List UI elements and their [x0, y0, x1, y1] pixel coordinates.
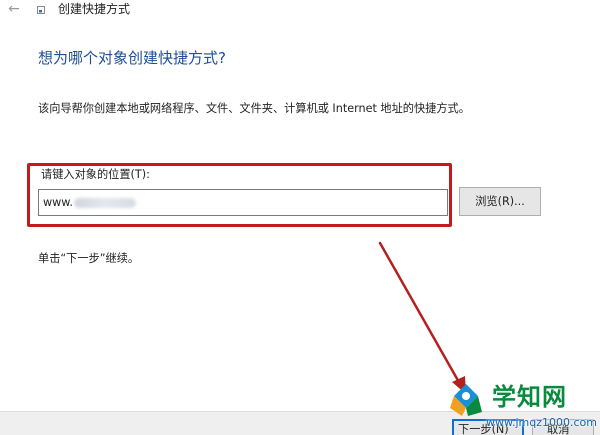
browse-button[interactable]: 浏览(R)... — [459, 187, 541, 216]
title-bar: ← 创建快捷方式 — [0, 0, 600, 22]
next-button[interactable]: 下一步(N) — [452, 419, 524, 435]
window-title: 创建快捷方式 — [58, 2, 131, 16]
location-label: 请键入对象的位置(T): — [41, 168, 150, 181]
wizard-description: 该向导帮你创建本地或网络程序、文件、文件夹、计算机或 Internet 地址的快… — [38, 102, 470, 115]
page-title: 想为哪个对象创建快捷方式? — [38, 49, 226, 67]
create-shortcut-window: ← 创建快捷方式 想为哪个对象创建快捷方式? 该向导帮你创建本地或网络程序、文件… — [0, 0, 600, 435]
cancel-button[interactable]: 取消 — [532, 419, 594, 435]
watermark-name: 学知网 — [492, 383, 567, 411]
continue-hint: 单击“下一步”继续。 — [38, 252, 140, 265]
back-arrow-icon[interactable]: ← — [6, 1, 22, 17]
shortcut-app-icon — [37, 6, 45, 14]
location-input-value: www. — [43, 196, 73, 209]
location-input[interactable]: www. — [38, 189, 448, 216]
blurred-text — [73, 198, 136, 208]
